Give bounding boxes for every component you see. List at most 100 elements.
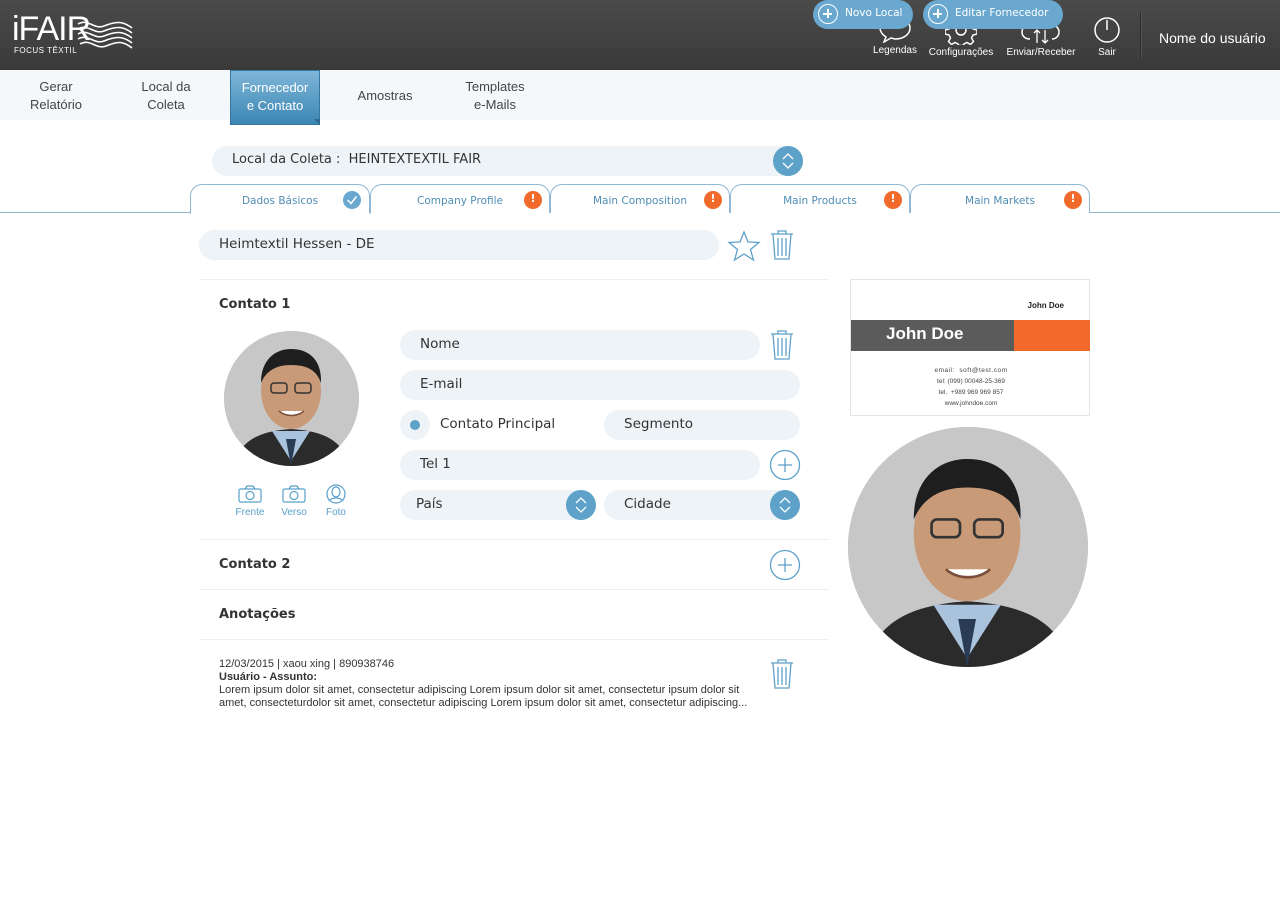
top-bar: iFAIR FOCUS TÊXTIL Legendas Configuraçõe…: [0, 0, 1280, 70]
contact-name-placeholder: Nome: [420, 336, 460, 352]
nav-generate-report[interactable]: Gerar Relatório: [22, 78, 90, 114]
camera-icon: [238, 485, 262, 503]
warning-icon: [1064, 191, 1082, 209]
note-item: 12/03/2015 | xaou xing | 890938746 Usuár…: [219, 658, 749, 710]
city-placeholder: Cidade: [624, 496, 671, 512]
trash-icon[interactable]: [768, 329, 796, 361]
tab-basic-data-label: Dados Básicos: [241, 195, 319, 207]
supplier-name-value: Heimtextil Hessen - DE: [219, 236, 375, 252]
notes-title: Anotações: [219, 607, 296, 622]
logo-subtitle: FOCUS TÊXTIL: [14, 46, 78, 55]
updown-chevron-icon: [575, 497, 587, 513]
updown-chevron-icon: [779, 497, 791, 513]
nav-supplier-contact[interactable]: Fornecedor e Contato: [230, 70, 320, 125]
divider: [199, 639, 829, 640]
large-contact-photo[interactable]: [848, 427, 1088, 667]
country-placeholder: País: [416, 496, 443, 512]
warning-icon: [524, 191, 542, 209]
card-tel: tel: (099) 00048-25-369: [937, 378, 1005, 385]
contact-portrait-image: [848, 427, 1088, 667]
tab-main-markets-label: Main Markets: [965, 195, 1035, 207]
card-web: www.johndoe.com: [944, 400, 998, 407]
card-small-name: John Doe: [1027, 301, 1064, 310]
card-tel2: tel. +989 969 969 857: [938, 389, 1004, 396]
front-photo-button[interactable]: Frente: [234, 484, 266, 518]
trash-icon[interactable]: [768, 658, 796, 690]
power-icon: [1094, 17, 1120, 43]
tab-basic-data[interactable]: Dados Básicos: [190, 184, 370, 214]
favorite-star-icon[interactable]: [727, 230, 761, 262]
contact-email-placeholder: E-mail: [420, 376, 463, 392]
supplier-name-field[interactable]: Heimtextil Hessen - DE: [199, 230, 719, 260]
phone-placeholder: Tel 1: [420, 456, 451, 472]
main-contact-label: Contato Principal: [440, 416, 556, 432]
nav-samples[interactable]: Amostras: [348, 87, 422, 105]
nav-collection-place[interactable]: Local da Coleta: [128, 78, 204, 114]
back-photo-button[interactable]: Verso: [278, 484, 310, 518]
card-name: John Doe: [886, 324, 964, 343]
trash-icon[interactable]: [768, 229, 796, 261]
tab-main-products-label: Main Products: [783, 195, 857, 207]
back-photo-label: Verso: [281, 507, 307, 518]
phone-field[interactable]: Tel 1: [400, 450, 760, 480]
tab-company-profile[interactable]: Company Profile: [370, 184, 550, 213]
segment-placeholder: Segmento: [624, 416, 694, 432]
updown-chevron-icon: [782, 153, 794, 169]
contact-portrait-image: [224, 331, 359, 466]
country-select-toggle[interactable]: [566, 490, 596, 520]
tab-main-composition[interactable]: Main Composition: [550, 184, 730, 213]
logout-label: Sair: [1098, 47, 1116, 58]
divider: [199, 539, 829, 540]
collection-place-select[interactable]: Local da Coleta : HEINTEXTEXTIL FAIR: [212, 146, 802, 176]
user-portrait-icon: [326, 484, 346, 504]
user-name[interactable]: Nome do usuário: [1159, 30, 1266, 46]
new-place-label: Novo Local: [845, 7, 903, 19]
settings-label: Configurações: [928, 47, 994, 58]
edit-supplier-label: Editar Fornecedor: [955, 7, 1049, 19]
front-photo-label: Frente: [235, 507, 265, 518]
contact-2-title: Contato 2: [219, 557, 291, 572]
photo-label: Foto: [325, 507, 346, 518]
add-phone-plus-icon[interactable]: [769, 449, 801, 481]
tab-company-profile-label: Company Profile: [417, 195, 503, 207]
nav-email-templates[interactable]: Templates e-Mails: [454, 78, 536, 114]
card-band-accent: [1014, 320, 1090, 351]
warning-icon: [704, 191, 722, 209]
contact-email-field[interactable]: E-mail: [400, 370, 800, 400]
card-details: email: soft@test.com tel: (099) 00048-25…: [851, 365, 1091, 409]
logo-waves-icon: [77, 21, 133, 49]
contact-1-title: Contato 1: [219, 297, 291, 312]
new-place-button[interactable]: Novo Local: [813, 0, 913, 29]
add-contact-plus-icon[interactable]: [769, 549, 801, 581]
edit-supplier-button[interactable]: Editar Fornecedor: [923, 0, 1063, 29]
divider: [199, 589, 829, 590]
top-divider: [1140, 12, 1142, 58]
city-select-toggle[interactable]: [770, 490, 800, 520]
contact-photo: [224, 331, 359, 466]
photo-button[interactable]: Foto: [322, 484, 350, 518]
divider: [199, 279, 829, 280]
collection-place-toggle[interactable]: [773, 146, 803, 176]
sync-label: Enviar/Receber: [1006, 47, 1076, 58]
camera-icon: [282, 485, 306, 503]
warning-icon: [884, 191, 902, 209]
main-contact-radio[interactable]: [400, 410, 430, 440]
main-nav: Gerar Relatório Local da Coleta Forneced…: [0, 70, 1280, 125]
tab-main-composition-label: Main Composition: [593, 195, 687, 207]
business-card-image[interactable]: John Doe John Doe email: soft@test.com t…: [850, 279, 1090, 416]
segment-field[interactable]: Segmento: [604, 410, 800, 440]
collection-place-label: Local da Coleta : HEINTEXTEXTIL FAIR: [232, 152, 482, 167]
note-meta: 12/03/2015 | xaou xing | 890938746: [219, 658, 395, 670]
plus-circle-icon: [928, 4, 948, 24]
contact-name-field[interactable]: Nome: [400, 330, 760, 360]
logout-button[interactable]: Sair: [1090, 15, 1124, 58]
plus-circle-icon: [818, 4, 838, 24]
app-logo: iFAIR FOCUS TÊXTIL: [12, 12, 142, 58]
legend-label: Legendas: [873, 45, 917, 56]
check-icon: [343, 191, 361, 209]
note-body: Lorem ipsum dolor sit amet, consectetur …: [219, 684, 748, 709]
card-email: email: soft@test.com: [934, 367, 1008, 374]
tab-main-markets[interactable]: Main Markets: [910, 184, 1090, 213]
note-subject: Usuário - Assunto:: [219, 671, 317, 683]
tab-main-products[interactable]: Main Products: [730, 184, 910, 213]
